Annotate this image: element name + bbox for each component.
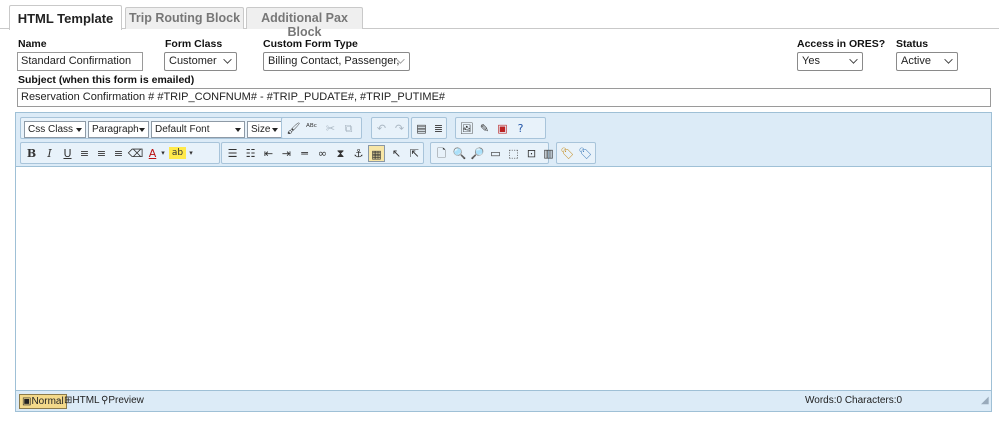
dropdown-arrow-icon [139,128,145,132]
custom-form-type-label: Custom Form Type [263,38,358,50]
unordered-list-icon[interactable]: ☷ [242,145,259,162]
edit-group: 🖌 ᴬᴮᶜ ✂ ⧉ [281,117,362,139]
tab-html-template[interactable]: HTML Template [9,5,122,30]
history-group: ↶ ↷ [371,117,409,139]
align-left-icon[interactable]: ≡ [76,145,93,162]
insert-box-icon[interactable]: ⊡ [523,145,540,162]
indent-icon[interactable]: ⇥ [278,145,295,162]
css-class-dropdown[interactable]: Css Class [24,121,86,138]
resize-box-icon[interactable]: ⬚ [505,145,522,162]
word-count: Words:0 Characters:0 [805,395,903,406]
access-value: Yes [802,55,820,67]
tag-blue-icon[interactable]: 🏷 [577,145,594,162]
editor-content-area[interactable] [16,168,991,390]
font-color-dropdown-icon[interactable]: ▾ [159,145,167,162]
format-dropdown-group: Css Class Paragraph Default Font Size [20,117,296,139]
html-mode-tab[interactable]: ⊞HTML [62,394,102,409]
find-icon[interactable]: 🔍 [451,145,468,162]
preview-mode-tab[interactable]: ⚲Preview [99,394,146,409]
chevron-down-icon [223,55,232,64]
align-right-icon[interactable]: ≡ [110,145,127,162]
new-document-icon[interactable]: 🗋 [433,145,450,162]
insert-image-icon[interactable]: 🖼 [458,120,475,137]
bold-icon[interactable]: B [23,145,40,162]
spellcheck-icon[interactable]: ᴬᴮᶜ [303,120,320,137]
underline-icon[interactable]: U [59,145,76,162]
subject-label: Subject (when this form is emailed) [18,74,195,86]
normal-mode-label: Normal [31,396,64,407]
edit-document-icon[interactable]: ✎ [476,120,493,137]
font-dropdown[interactable]: Default Font [151,121,245,138]
custom-form-type-select[interactable]: Billing Contact, Passenger, [263,52,410,71]
dropdown-arrow-icon [235,128,241,132]
undo-icon[interactable]: ↶ [373,120,390,137]
highlight-dropdown-icon[interactable]: ▾ [187,145,195,162]
eraser-icon[interactable]: ⌫ [127,145,144,162]
outdent-icon[interactable]: ⇤ [260,145,277,162]
access-in-ores-select[interactable]: Yes [797,52,863,71]
cut-icon[interactable]: ✂ [322,120,339,137]
subject-field[interactable]: Reservation Confirmation # #TRIP_CONFNUM… [17,88,991,107]
editor-status-bar: ▣Normal ⊞HTML ⚲Preview Words:0 Character… [16,390,991,411]
format-brush-icon[interactable]: 🖌 [285,120,302,137]
pdf-icon[interactable]: ▣ [494,120,511,137]
size-label: Size [251,124,271,135]
status-select[interactable]: Active [896,52,958,71]
form-class-label: Form Class [165,38,223,50]
table-grid-icon[interactable]: ▦ [368,145,385,162]
horizontal-rule-icon[interactable]: ═ [296,145,313,162]
status-value: Active [901,55,931,67]
tab-additional-pax-block[interactable]: Additional Pax Block [246,7,363,39]
normal-mode-tab[interactable]: ▣Normal [19,394,67,409]
document-tools-group: 🗋 🔍 🔎 ▭ ⬚ ⊡ ▥ [430,142,554,164]
view-source-icon[interactable]: ▤ [413,120,430,137]
copy-icon[interactable]: ⧉ [340,120,357,137]
chevron-down-icon [944,55,953,64]
form-field-icon[interactable]: ▭ [487,145,504,162]
paste-text-icon[interactable]: ≣ [430,120,447,137]
align-center-icon[interactable]: ≡ [93,145,110,162]
preview-mode-label: Preview [108,395,144,406]
chevron-down-icon [849,55,858,64]
editor-toolbar: Css Class Paragraph Default Font Size 🖌 … [16,113,991,167]
anchor-icon[interactable]: ⚓ [350,145,367,162]
paragraph-dropdown[interactable]: Paragraph [88,121,149,138]
dropdown-arrow-icon [272,128,278,132]
size-dropdown[interactable]: Size [247,121,282,138]
unlink-icon[interactable]: ⧗ [332,145,349,162]
access-in-ores-label: Access in ORES? [797,38,886,50]
tab-trip-routing-block[interactable]: Trip Routing Block [125,7,244,29]
insert-table-icon[interactable]: ▥ [540,145,557,162]
html-mode-label: HTML [72,395,100,406]
italic-icon[interactable]: I [41,145,58,162]
status-label: Status [896,38,929,50]
ordered-list-icon[interactable]: ☰ [224,145,241,162]
text-style-group: B I U ≡ ≡ ≡ ⌫ A ▾ ab ▾ [20,142,220,164]
form-class-select[interactable]: Customer [164,52,237,71]
help-icon[interactable]: ? [512,120,529,137]
name-label: Name [18,38,47,50]
tag-icon[interactable]: 🏷 [559,145,576,162]
select-all-icon[interactable]: ⇱ [406,145,423,162]
font-label: Default Font [155,124,210,135]
view-group: ▤ ≣ [411,117,447,139]
resize-grip-icon[interactable]: ◢ [979,394,991,409]
custom-form-type-value: Billing Contact, Passenger, [268,55,400,67]
dropdown-arrow-icon [76,128,82,132]
name-field[interactable]: Standard Confirmation [17,52,143,71]
redo-icon[interactable]: ↷ [391,120,408,137]
css-class-label: Css Class [28,124,74,135]
tab-bar: HTML Template Trip Routing Block Additio… [0,0,999,39]
link-icon[interactable]: ∞ [314,145,331,162]
insert-group: 🖼 ✎ ▣ ? [455,117,546,139]
pointer-icon[interactable]: ↖ [388,145,405,162]
form-class-value: Customer [169,55,217,67]
highlight-color-icon[interactable]: ab [169,147,186,159]
paragraph-label: Paragraph [92,124,139,135]
rich-text-editor: Css Class Paragraph Default Font Size 🖌 … [15,112,992,412]
paragraph-tools-group: ☰ ☷ ⇤ ⇥ ═ ∞ ⧗ ⚓ ▦ ↖ ⇱ [221,142,424,164]
tag-group: 🏷 🏷 [556,142,596,164]
find-replace-icon[interactable]: 🔎 [469,145,486,162]
